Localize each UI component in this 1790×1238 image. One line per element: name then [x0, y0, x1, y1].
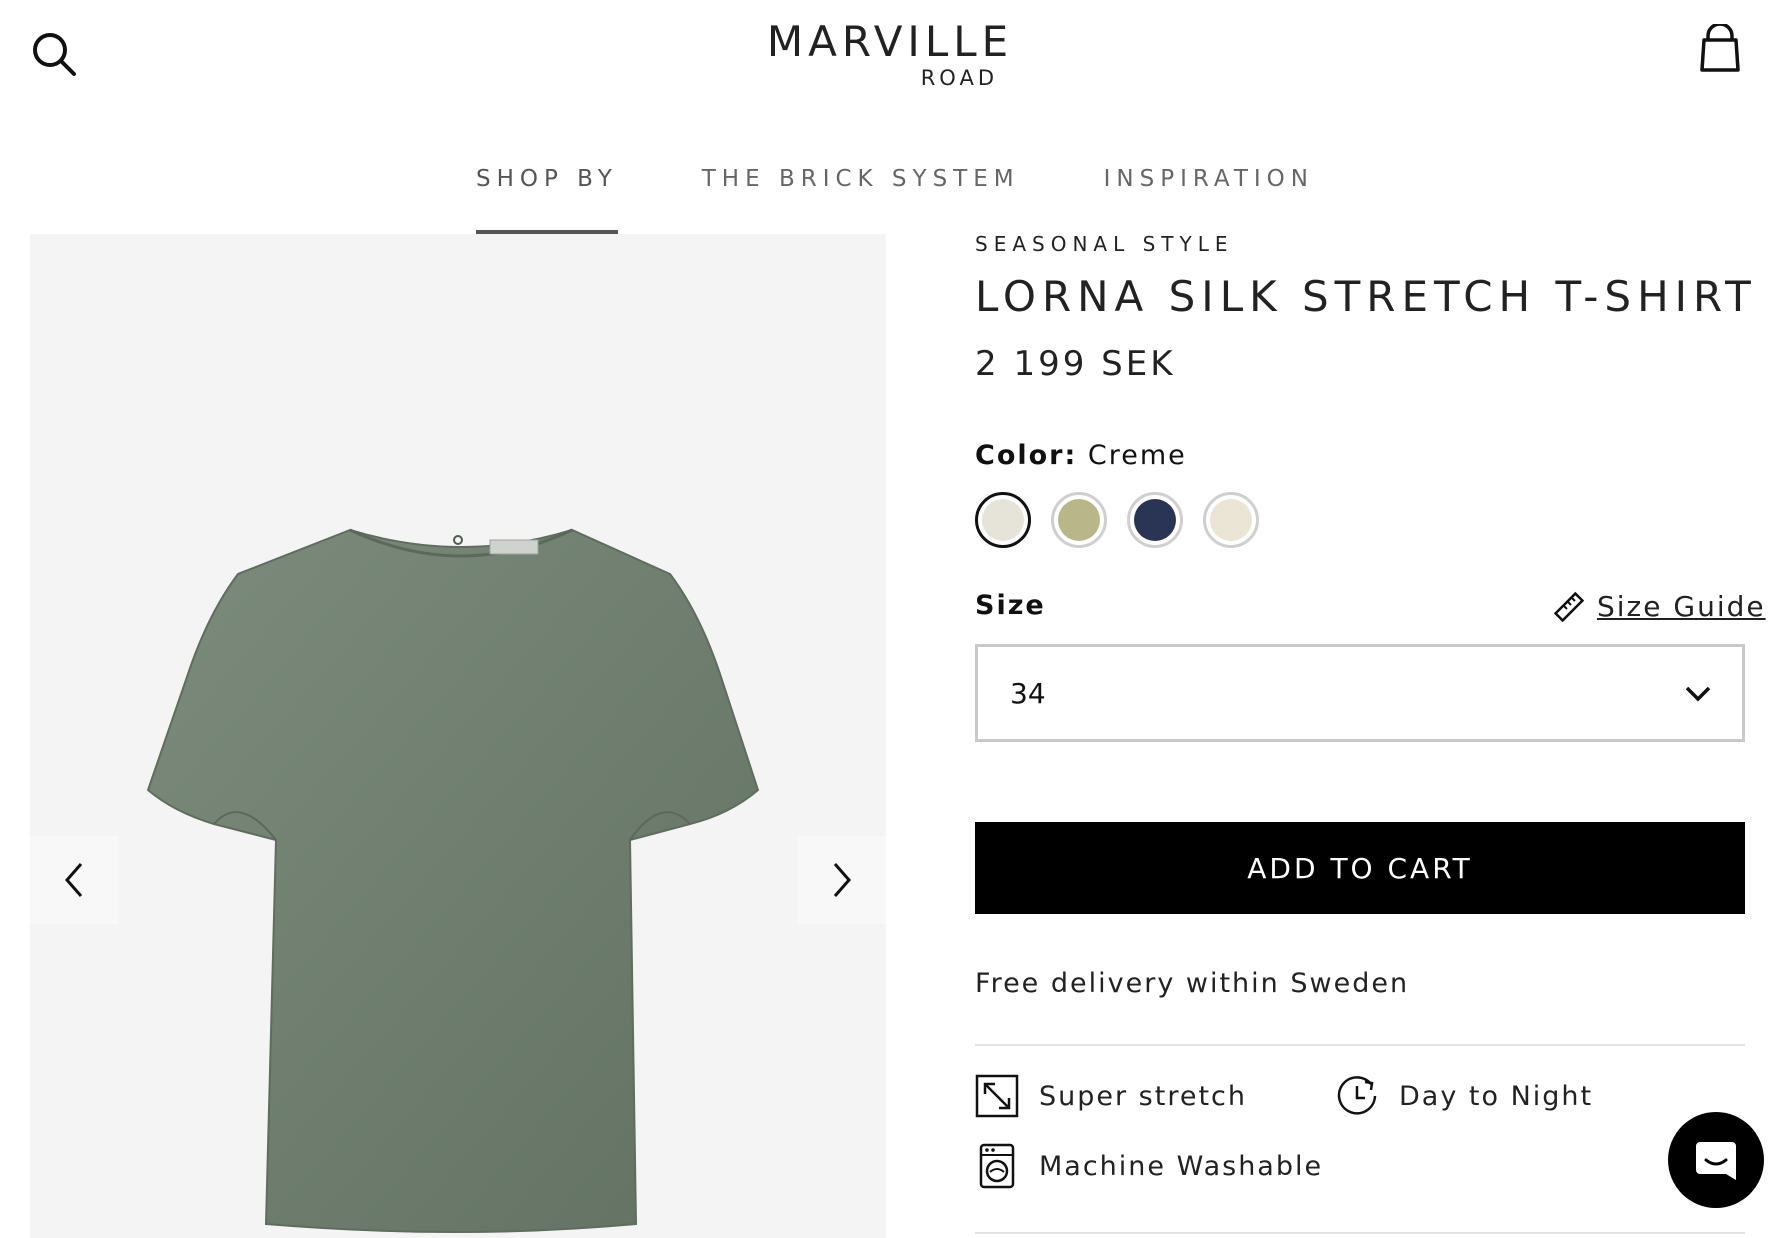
feature-label: Machine Washable [1039, 1150, 1324, 1182]
shopping-bag-icon [1700, 22, 1740, 72]
size-guide-link[interactable]: Size Guide [1553, 590, 1766, 623]
nav-item-brick-system[interactable]: THE BRICK SYSTEM [702, 160, 1020, 234]
swatch-dot [1134, 499, 1176, 541]
logo-main-text: MARVILLE [766, 17, 1014, 66]
stretch-arrows-icon [975, 1074, 1019, 1118]
color-swatch[interactable] [1203, 492, 1259, 548]
add-to-cart-button[interactable]: ADD TO CART [975, 822, 1745, 914]
search-button[interactable] [28, 28, 80, 80]
color-swatches [975, 492, 1259, 548]
product-gallery [30, 234, 886, 1238]
brand-logo[interactable]: MARVILLE ROAD [760, 16, 1020, 92]
color-selection-label: Color: Creme [975, 440, 1187, 471]
color-swatch[interactable] [975, 492, 1031, 548]
nav-item-shop-by[interactable]: SHOP BY [476, 160, 618, 234]
size-label: Size [975, 590, 1046, 621]
product-title: LORNA SILK STRETCH T-SHIRT [975, 272, 1757, 321]
size-guide-label: Size Guide [1597, 590, 1766, 623]
nav-item-inspiration[interactable]: INSPIRATION [1104, 160, 1314, 234]
product-image [146, 528, 760, 1233]
logo-sub-text: ROAD [920, 66, 998, 90]
size-selected-value: 34 [1010, 676, 1046, 710]
clock-icon [1337, 1076, 1377, 1115]
divider [975, 1044, 1745, 1046]
product-price: 2 199 SEK [975, 344, 1176, 384]
feature-label: Super stretch [1039, 1080, 1247, 1112]
main-nav: SHOP BY THE BRICK SYSTEM INSPIRATION [0, 160, 1790, 234]
feature-label: Day to Night [1399, 1080, 1594, 1112]
delivery-info: Free delivery within Sweden [975, 968, 1410, 999]
washing-machine-icon [979, 1143, 1015, 1189]
chevron-down-icon [1685, 686, 1711, 702]
ruler-icon [1553, 591, 1585, 622]
feature-day-to-night: Day to Night [1335, 1074, 1593, 1118]
color-label: Color: [975, 440, 1078, 471]
color-value: Creme [1087, 440, 1187, 471]
product-collection: SEASONAL STYLE [975, 232, 1234, 256]
color-swatch[interactable] [1051, 492, 1107, 548]
gallery-prev-button[interactable] [30, 836, 118, 924]
gallery-next-button[interactable] [798, 836, 886, 924]
feature-super-stretch: Super stretch [975, 1074, 1247, 1118]
chat-icon [1696, 1142, 1736, 1180]
chat-button[interactable] [1668, 1112, 1764, 1208]
swatch-dot [1210, 499, 1252, 541]
size-select[interactable]: 34 [975, 644, 1745, 742]
swatch-dot [1058, 499, 1100, 541]
swatch-dot [982, 499, 1024, 541]
feature-machine-washable: Machine Washable [975, 1142, 1323, 1190]
divider [975, 1232, 1745, 1234]
color-swatch[interactable] [1127, 492, 1183, 548]
chevron-right-icon [833, 863, 851, 897]
cart-button[interactable] [1698, 22, 1742, 76]
chevron-left-icon [65, 863, 83, 897]
search-icon [33, 33, 76, 76]
